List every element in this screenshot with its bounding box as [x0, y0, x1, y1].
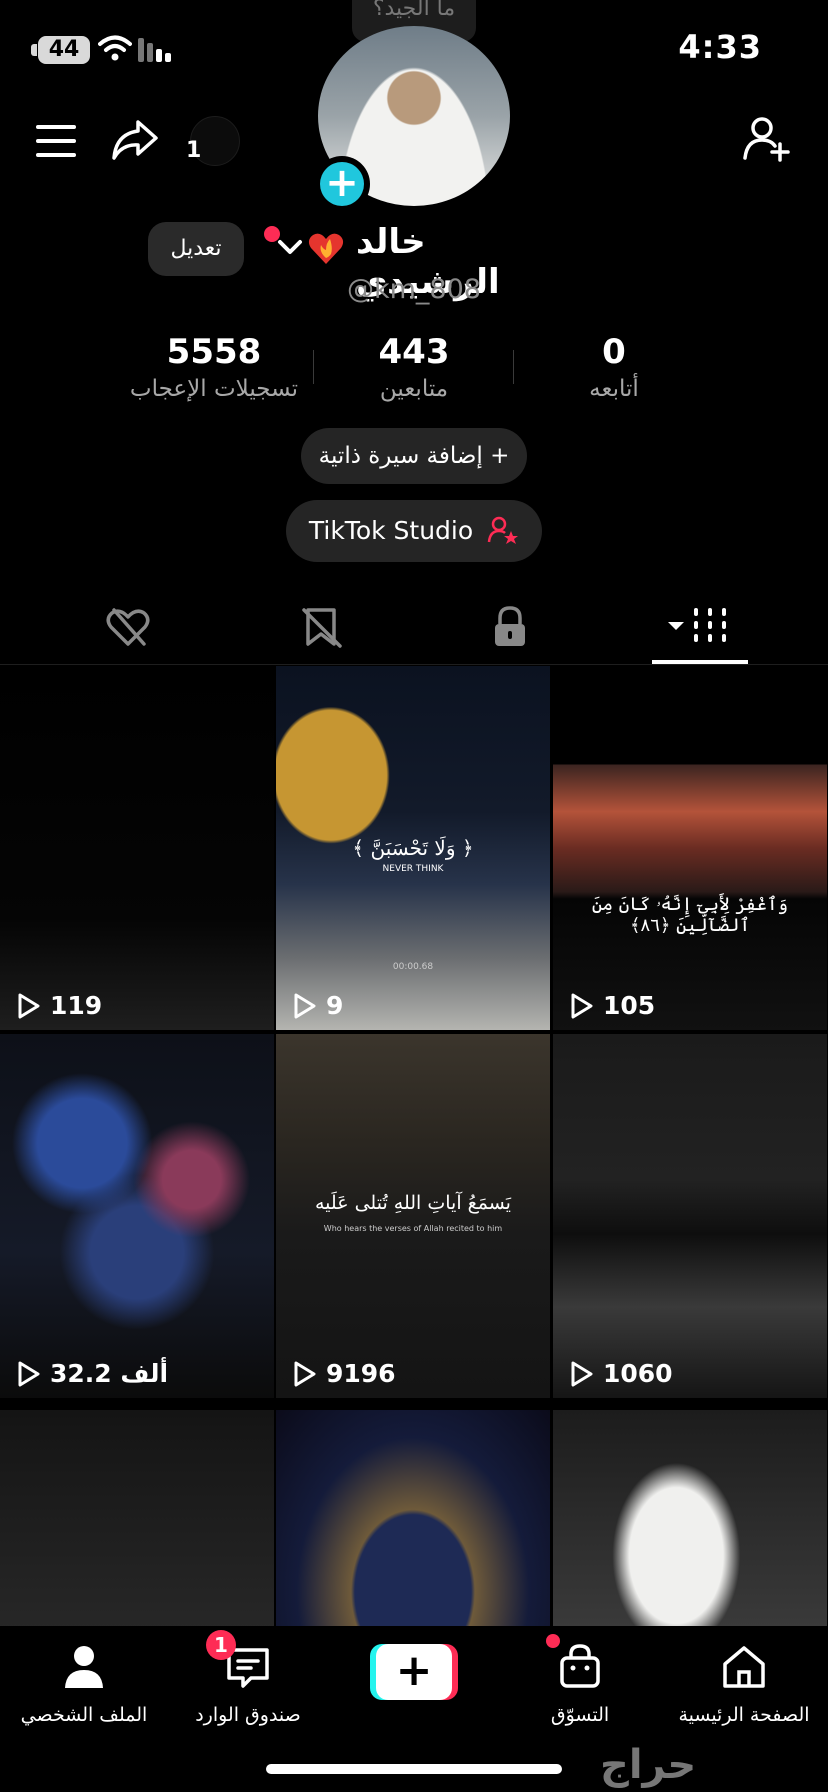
view-count-value: 9: [326, 991, 344, 1020]
wifi-icon: [98, 35, 132, 61]
profile-icon: [65, 1646, 103, 1688]
view-count: 9196: [290, 1359, 396, 1388]
following-stat[interactable]: 0 أتابعه: [514, 332, 714, 402]
creator-star-icon: [487, 516, 519, 544]
edit-profile-button[interactable]: تعديل: [148, 222, 244, 276]
followers-label: متابعين: [379, 376, 449, 402]
video-tile[interactable]: يَسمَعُ آياتِ اللهِ تُتلى عَلَيه Who hea…: [276, 1034, 550, 1398]
likes-stat[interactable]: 5558 تسجيلات الإعجاب: [114, 332, 314, 402]
video-tile[interactable]: وَٱغْفِرْ لِأَبِىٓ إِنَّهُۥ كَانَ مِنَ ٱ…: [553, 666, 827, 1030]
nav-inbox[interactable]: صندوق الوارد: [168, 1642, 328, 1726]
private-lock-tab-icon[interactable]: [486, 604, 534, 650]
view-count-value: 1060: [603, 1359, 673, 1388]
play-icon: [294, 1361, 316, 1386]
plus-icon: +: [376, 1644, 452, 1700]
video-caption: ﴿ وَلَا تَحْسَبَنَّ ﴾: [352, 836, 474, 860]
share-icon[interactable]: [110, 118, 160, 164]
video-caption-en: Who hears the verses of Allah recited to…: [323, 1224, 503, 1233]
following-label: أتابعه: [589, 376, 639, 402]
battery-icon: 44: [38, 36, 90, 64]
nav-shop-label: التسوّق: [550, 1704, 610, 1726]
nav-inbox-label: صندوق الوارد: [195, 1704, 301, 1726]
share-count: 1: [186, 138, 202, 163]
nav-home[interactable]: الصفحة الرئيسية: [664, 1642, 824, 1726]
view-count: 1060: [567, 1359, 673, 1388]
add-bio-button[interactable]: + إضافة سيرة ذاتية: [301, 428, 527, 484]
likes-label: تسجيلات الإعجاب: [129, 376, 299, 402]
liked-videos-tab-icon[interactable]: [104, 604, 152, 650]
add-friend-icon[interactable]: [742, 114, 792, 164]
play-icon: [18, 993, 40, 1018]
video-caption: وَٱغْفِرْ لِأَبِىٓ إِنَّهُۥ كَانَ مِنَ ٱ…: [591, 894, 789, 936]
create-button[interactable]: +: [370, 1644, 458, 1700]
add-story-button[interactable]: +: [314, 156, 370, 212]
nav-home-label: الصفحة الرئيسية: [678, 1704, 810, 1726]
favorites-tab-icon[interactable]: [298, 604, 346, 650]
play-icon: [294, 993, 316, 1018]
view-count-value: 119: [50, 991, 103, 1020]
heart-fire-icon: [308, 233, 344, 264]
following-count: 0: [602, 332, 626, 372]
watermark: حراج: [600, 1742, 697, 1788]
view-count-value: 105: [603, 991, 656, 1020]
tabs-divider: [0, 664, 828, 665]
home-indicator: [266, 1764, 562, 1774]
video-caption: يَسمَعُ آياتِ اللهِ تُتلى عَلَيه: [315, 1192, 511, 1214]
likes-count: 5558: [166, 332, 262, 372]
battery-nub: [31, 44, 37, 56]
chevron-down-icon[interactable]: [276, 236, 304, 258]
username: @km_808: [347, 274, 481, 305]
view-count-value: 9196: [326, 1359, 396, 1388]
signal-icon: [138, 38, 171, 62]
studio-label: TikTok Studio: [308, 516, 474, 545]
plus-icon: +: [320, 162, 364, 206]
video-tile[interactable]: 1060: [553, 1034, 827, 1398]
view-count: 119: [14, 991, 102, 1020]
home-icon: [723, 1646, 765, 1688]
view-count-value: 32.2 ألف: [50, 1359, 169, 1388]
video-tile[interactable]: 119: [0, 666, 274, 1030]
view-count: 32.2 ألف: [14, 1359, 168, 1388]
video-tile[interactable]: 32.2 ألف: [0, 1034, 274, 1398]
nav-shop[interactable]: التسوّق: [500, 1642, 660, 1726]
play-icon: [571, 993, 593, 1018]
play-icon: [18, 1361, 40, 1386]
play-icon: [571, 1361, 593, 1386]
view-count: 105: [567, 991, 655, 1020]
view-count: 9: [290, 991, 343, 1020]
video-caption-en: NEVER THINK: [382, 864, 444, 874]
tiktok-studio-button[interactable]: TikTok Studio: [286, 500, 542, 562]
videos-grid-tab-icon[interactable]: [664, 604, 732, 650]
video-timestamp: 00:00.68: [392, 962, 434, 972]
inbox-badge: 1: [206, 1630, 236, 1660]
nav-profile-label: الملف الشخصي: [20, 1704, 148, 1726]
menu-icon[interactable]: [34, 122, 78, 160]
followers-count: 443: [378, 332, 450, 372]
shopping-bag-icon: [560, 1644, 600, 1688]
video-tile[interactable]: ﴿ وَلَا تَحْسَبَنَّ ﴾ NEVER THINK 00:00.…: [276, 666, 550, 1030]
status-time: 4:33: [678, 28, 762, 66]
followers-stat[interactable]: 443 متابعين: [314, 332, 514, 402]
nav-profile[interactable]: الملف الشخصي: [4, 1642, 164, 1726]
